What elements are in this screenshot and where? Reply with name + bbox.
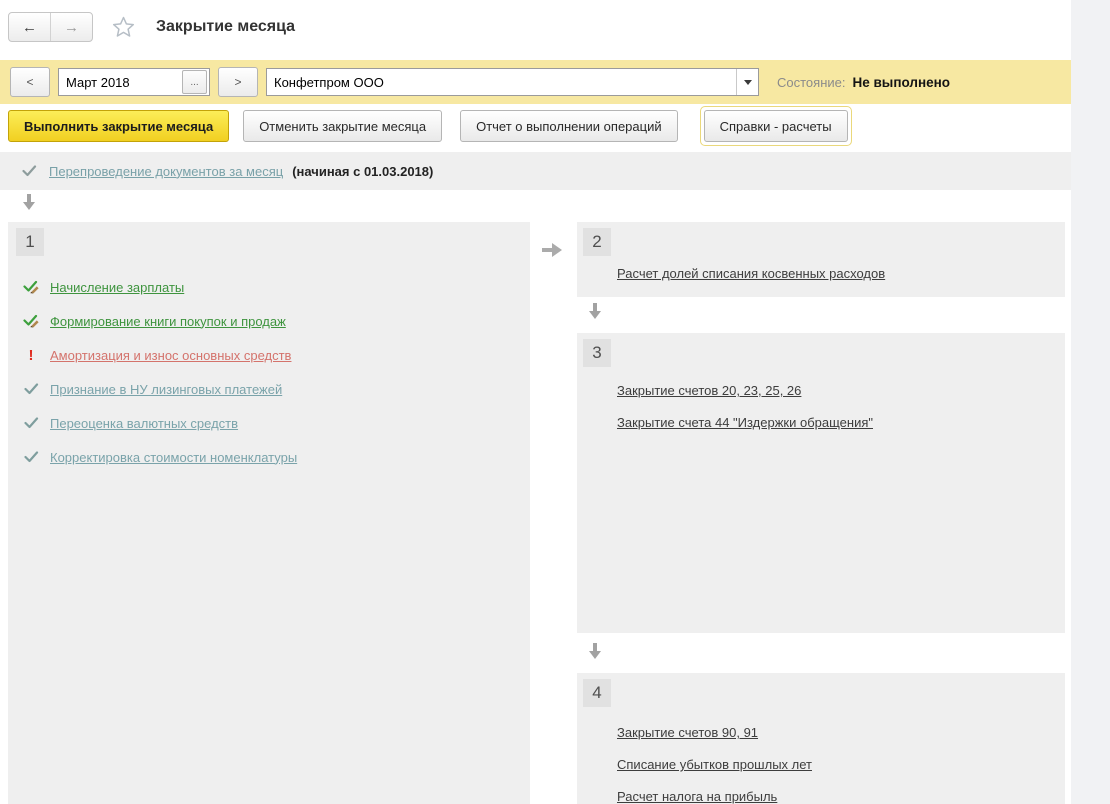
error-exclamation-icon: ! bbox=[22, 348, 40, 363]
status: Состояние: Не выполнено bbox=[777, 75, 950, 90]
star-icon bbox=[111, 15, 136, 39]
period-picker-button[interactable]: ... bbox=[182, 70, 207, 94]
reposting-row: Перепроведение документов за месяц (начи… bbox=[0, 152, 1071, 190]
operation-link[interactable]: Формирование книги покупок и продаж bbox=[50, 314, 286, 329]
operation-row: Переоценка валютных средств bbox=[22, 406, 520, 440]
header: ← → Закрытие месяца bbox=[8, 12, 295, 42]
status-label: Состояние: bbox=[777, 75, 845, 90]
stage-number-badge: 2 bbox=[583, 228, 611, 256]
operation-row: Списание убытков прошлых лет bbox=[617, 757, 812, 772]
reposting-note: (начиная с 01.03.2018) bbox=[292, 164, 433, 179]
done-check-icon bbox=[22, 383, 40, 395]
operation-row: Признание в НУ лизинговых платежей bbox=[22, 372, 520, 406]
operation-link[interactable]: Признание в НУ лизинговых платежей bbox=[50, 382, 282, 397]
reposting-link[interactable]: Перепроведение документов за месяц bbox=[49, 164, 283, 179]
chevron-down-icon bbox=[744, 80, 752, 85]
operation-row: Начисление зарплаты bbox=[22, 270, 520, 304]
operation-row: Расчет налога на прибыль bbox=[617, 789, 777, 804]
status-value: Не выполнено bbox=[852, 75, 950, 90]
stage-number-badge: 4 bbox=[583, 679, 611, 707]
operation-row: Закрытие счета 44 "Издержки обращения" bbox=[617, 415, 873, 430]
company-field[interactable]: Конфетпром ООО bbox=[266, 68, 759, 96]
operation-link[interactable]: Начисление зарплаты bbox=[50, 280, 184, 295]
done-check-icon bbox=[22, 451, 40, 463]
operation-link[interactable]: Закрытие счетов 20, 23, 25, 26 bbox=[617, 383, 801, 398]
favorite-star-button[interactable] bbox=[111, 15, 136, 39]
references-button-highlight: Справки - расчеты bbox=[700, 106, 852, 146]
operation-row: Расчет долей списания косвенных расходов bbox=[617, 266, 885, 281]
back-button[interactable]: ← bbox=[9, 13, 51, 41]
arrow-right-icon bbox=[542, 243, 563, 257]
period-toolbar: < Март 2018 ... > Конфетпром ООО Состоян… bbox=[0, 60, 1071, 104]
run-closing-button[interactable]: Выполнить закрытие месяца bbox=[8, 110, 229, 142]
done-check-icon bbox=[22, 417, 40, 429]
check-icon bbox=[22, 165, 37, 177]
window-side-strip bbox=[1071, 0, 1110, 804]
next-period-button[interactable]: > bbox=[218, 67, 258, 97]
operations-report-button[interactable]: Отчет о выполнении операций bbox=[460, 110, 678, 142]
flow-arrow-down bbox=[588, 303, 602, 320]
cancel-closing-button[interactable]: Отменить закрытие месяца bbox=[243, 110, 442, 142]
operation-link[interactable]: Расчет долей списания косвенных расходов bbox=[617, 266, 885, 281]
flow-arrow-down bbox=[22, 194, 36, 211]
company-dropdown-button[interactable] bbox=[736, 69, 758, 95]
arrow-down-icon bbox=[588, 643, 602, 660]
previous-period-button[interactable]: < bbox=[10, 67, 50, 97]
operation-row: Закрытие счетов 90, 91 bbox=[617, 725, 758, 740]
stage-4-panel: 4 Закрытие счетов 90, 91 Списание убытко… bbox=[577, 673, 1065, 804]
stage-2-panel: 2 Расчет долей списания косвенных расход… bbox=[577, 222, 1065, 297]
flow-arrow-down bbox=[588, 643, 602, 660]
done-edited-icon bbox=[22, 314, 40, 329]
forward-arrow-icon: → bbox=[64, 19, 79, 36]
arrow-down-icon bbox=[588, 303, 602, 320]
month-closing-window: ← → Закрытие месяца < Март 2018 ... > Ко… bbox=[0, 0, 1110, 804]
stage-1-panel: 1 Начисление зарплаты bbox=[8, 222, 530, 804]
stage-1-operations: Начисление зарплаты Формирование книги п… bbox=[22, 270, 520, 474]
operation-row: Корректировка стоимости номенклатуры bbox=[22, 440, 520, 474]
period-field[interactable]: Март 2018 ... bbox=[58, 68, 210, 96]
operation-link[interactable]: Амортизация и износ основных средств bbox=[50, 348, 291, 363]
period-value: Март 2018 bbox=[59, 75, 182, 90]
page-title: Закрытие месяца bbox=[156, 18, 295, 36]
company-value: Конфетпром ООО bbox=[267, 75, 736, 90]
forward-button[interactable]: → bbox=[51, 13, 92, 41]
operation-link[interactable]: Расчет налога на прибыль bbox=[617, 789, 777, 804]
references-calculations-button[interactable]: Справки - расчеты bbox=[704, 110, 848, 142]
actions-toolbar: Выполнить закрытие месяца Отменить закры… bbox=[8, 110, 852, 142]
operation-link[interactable]: Переоценка валютных средств bbox=[50, 416, 238, 431]
operation-row: Формирование книги покупок и продаж bbox=[22, 304, 520, 338]
stage-number-badge: 3 bbox=[583, 339, 611, 367]
stage-number-badge: 1 bbox=[16, 228, 44, 256]
operation-row: ! Амортизация и износ основных средств bbox=[22, 338, 520, 372]
operation-link[interactable]: Закрытие счета 44 "Издержки обращения" bbox=[617, 415, 873, 430]
arrow-down-icon bbox=[22, 194, 36, 211]
operation-row: Закрытие счетов 20, 23, 25, 26 bbox=[617, 383, 801, 398]
done-edited-icon bbox=[22, 280, 40, 295]
back-arrow-icon: ← bbox=[22, 19, 37, 36]
history-nav: ← → bbox=[8, 12, 93, 42]
operation-link[interactable]: Корректировка стоимости номенклатуры bbox=[50, 450, 297, 465]
operation-link[interactable]: Закрытие счетов 90, 91 bbox=[617, 725, 758, 740]
stage-3-panel: 3 Закрытие счетов 20, 23, 25, 26 Закрыти… bbox=[577, 333, 1065, 633]
operation-link[interactable]: Списание убытков прошлых лет bbox=[617, 757, 812, 772]
flow-arrow-right bbox=[542, 243, 563, 257]
